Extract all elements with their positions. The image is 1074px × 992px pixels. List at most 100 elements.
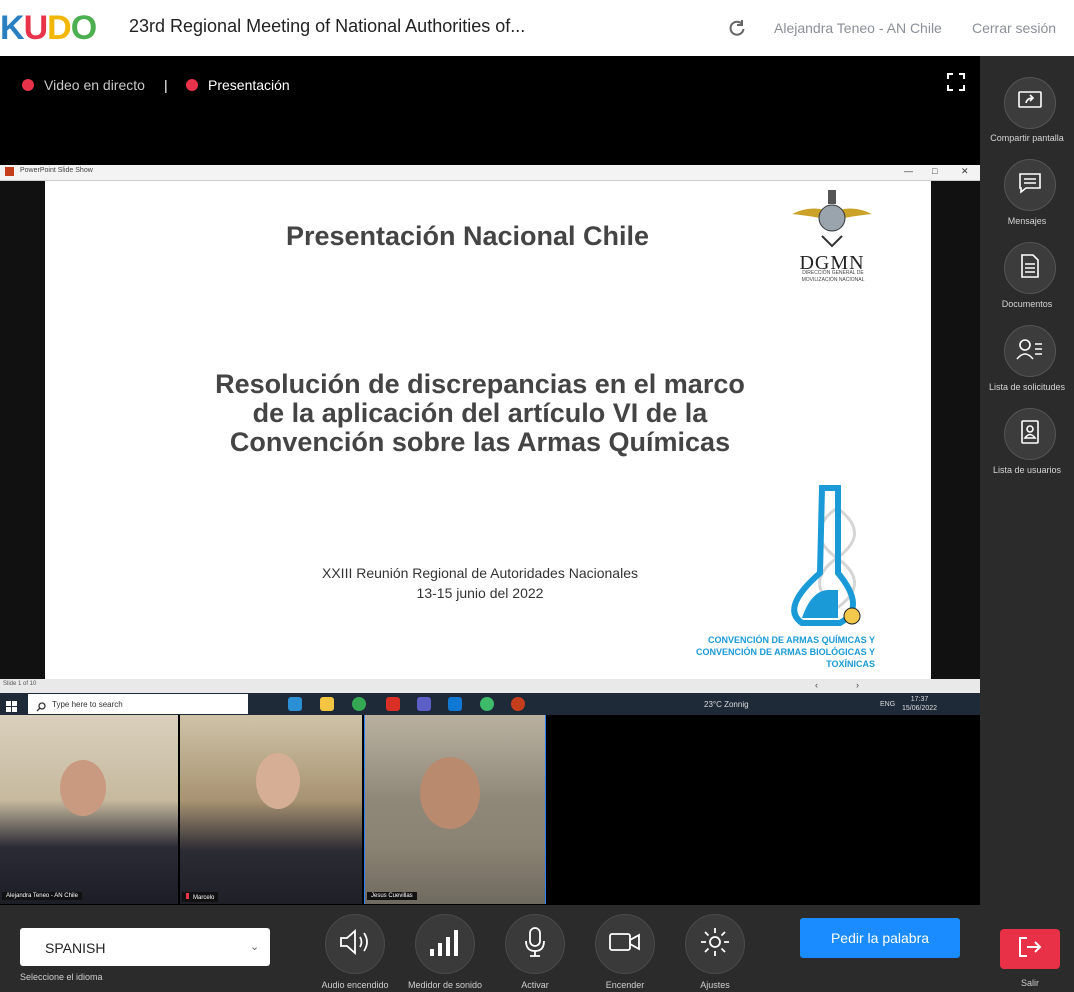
- participant-face: [256, 753, 300, 809]
- kudo-logo: K U D O: [0, 8, 97, 48]
- flask-dna-icon: [782, 478, 882, 628]
- participant-name-label: Jesus Cuevillas: [367, 892, 417, 900]
- refresh-icon[interactable]: [727, 18, 747, 38]
- tab-live-label: Video en directo: [44, 77, 145, 93]
- request-floor-button[interactable]: Pedir la palabra: [800, 918, 960, 958]
- ppt-window-title: PowerPoint Slide Show: [20, 167, 93, 174]
- fullscreen-icon[interactable]: [946, 72, 966, 92]
- request-list-icon: [1016, 338, 1044, 365]
- participant-video-tile[interactable]: Marcelo: [180, 715, 362, 904]
- outlook-icon[interactable]: [448, 697, 462, 711]
- exit-label: Salir: [1020, 978, 1039, 988]
- teams-icon[interactable]: [417, 697, 431, 711]
- language-select-value: SPANISH: [45, 940, 106, 956]
- acrobat-icon[interactable]: [386, 697, 400, 711]
- slide-title: Presentación Nacional Chile: [285, 221, 650, 251]
- document-icon: [1020, 253, 1040, 283]
- windows-start-icon[interactable]: [6, 699, 17, 712]
- settings-label: Ajustes: [700, 980, 730, 990]
- powerpoint-icon: [5, 167, 14, 176]
- live-dot-icon: [22, 79, 34, 91]
- camera-icon: [608, 930, 642, 959]
- convention-line-1: CONVENCIÓN DE ARMAS QUÍMICAS Y: [707, 635, 875, 645]
- logo-letter-u: U: [23, 8, 49, 47]
- tab-separator: |: [164, 77, 168, 93]
- tab-live-video[interactable]: Video en directo: [22, 77, 145, 93]
- messages-label: Mensajes: [1007, 216, 1047, 226]
- taskbar-weather[interactable]: 23°C Zonnig: [704, 700, 749, 709]
- share-screen-button[interactable]: [1004, 77, 1056, 129]
- microphone-label: Activar: [521, 980, 549, 990]
- request-list-label: Lista de solicitudes: [988, 382, 1066, 392]
- message-icon: [1018, 172, 1042, 199]
- logo-letter-d: D: [47, 8, 72, 47]
- slide-event-info: XXIII Reunión Regional de Autoridades Na…: [280, 563, 680, 603]
- edge-icon[interactable]: [288, 697, 302, 711]
- ppt-status-bar: [0, 679, 980, 693]
- next-slide-icon[interactable]: ›: [856, 680, 859, 690]
- sound-meter-icon: [428, 927, 462, 962]
- meeting-title: 23rd Regional Meeting of National Author…: [129, 16, 526, 36]
- globe-icon[interactable]: [480, 697, 494, 711]
- speaker-icon: [338, 928, 372, 961]
- speaking-indicator-icon: [186, 893, 189, 899]
- user-list-label: Lista de usuarios: [992, 465, 1062, 475]
- logo-letter-k: K: [0, 8, 25, 47]
- participant-face: [60, 760, 106, 816]
- taskbar-language[interactable]: ENG: [880, 701, 895, 708]
- slide-subtitle: Resolución de discrepancias en el marco …: [215, 369, 745, 457]
- exit-icon: [1017, 936, 1043, 963]
- settings-button[interactable]: [685, 914, 745, 974]
- slide-event-name: XXIII Reunión Regional de Autoridades Na…: [322, 565, 638, 581]
- audio-label: Audio encendido: [321, 980, 389, 990]
- tab-presentation-label: Presentación: [208, 77, 290, 93]
- sound-meter-button[interactable]: [415, 914, 475, 974]
- taskbar-time: 17:37: [910, 696, 929, 703]
- restore-icon[interactable]: □: [932, 166, 937, 176]
- share-screen-label: Compartir pantalla: [990, 133, 1064, 143]
- logo-letter-o: O: [70, 8, 97, 47]
- taskbar-clock[interactable]: 17:37 15/06/2022: [902, 695, 937, 713]
- user-list-button[interactable]: [1004, 408, 1056, 460]
- participant-face: [420, 757, 480, 829]
- chrome-icon[interactable]: [352, 697, 366, 711]
- camera-label: Encender: [605, 980, 645, 990]
- convention-line-2: CONVENCIÓN DE ARMAS BIOLÓGICAS Y TOXÍNIC…: [695, 647, 875, 669]
- ppt-slide-number: Slide 1 of 10: [3, 681, 37, 687]
- convention-text: CONVENCIÓN DE ARMAS QUÍMICAS Y CONVENCIÓ…: [660, 634, 875, 670]
- minimize-icon[interactable]: —: [904, 166, 913, 176]
- chevron-down-icon: ⌄: [250, 941, 260, 953]
- audio-button[interactable]: [325, 914, 385, 974]
- documents-button[interactable]: [1004, 242, 1056, 294]
- presentation-dot-icon: [186, 79, 198, 91]
- camera-button[interactable]: [595, 914, 655, 974]
- participant-video-tile[interactable]: Alejandra Teneo - AN Chile: [0, 715, 178, 904]
- prev-slide-icon[interactable]: ‹: [815, 680, 818, 690]
- powerpoint-taskbar-icon[interactable]: [511, 697, 525, 711]
- user-list-icon: [1020, 419, 1040, 449]
- exit-button[interactable]: [1000, 929, 1060, 969]
- search-icon: [36, 699, 46, 712]
- user-name[interactable]: Alejandra Teneo - AN Chile: [774, 20, 942, 36]
- microphone-icon: [523, 926, 547, 963]
- sound-meter-label: Medidor de sonido: [407, 980, 483, 990]
- taskbar-search-placeholder: Type here to search: [52, 700, 123, 709]
- ppt-titlebar: [0, 165, 980, 181]
- microphone-button[interactable]: [505, 914, 565, 974]
- participant-video-tile-active[interactable]: Jesus Cuevillas: [364, 715, 546, 904]
- request-list-button[interactable]: [1004, 325, 1056, 377]
- participant-name-label: Alejandra Teneo - AN Chile: [2, 892, 82, 900]
- documents-label: Documentos: [1001, 299, 1053, 309]
- slide-event-date: 13-15 junio del 2022: [416, 585, 544, 601]
- logout-link[interactable]: Cerrar sesión: [972, 20, 1056, 36]
- settings-icon: [699, 926, 731, 963]
- messages-button[interactable]: [1004, 159, 1056, 211]
- taskbar-date: 15/06/2022: [902, 705, 938, 712]
- language-select-label: Seleccione el idioma: [20, 972, 103, 982]
- close-icon[interactable]: ✕: [961, 166, 969, 177]
- explorer-icon[interactable]: [320, 697, 334, 711]
- dgmn-fullname: DIRECCIÓN GENERAL DE MOVILIZACIÓN NACION…: [801, 270, 865, 283]
- tab-presentation[interactable]: Presentación: [186, 77, 290, 93]
- participant-name-label: Marcelo: [193, 895, 215, 901]
- share-screen-icon: [1017, 90, 1043, 117]
